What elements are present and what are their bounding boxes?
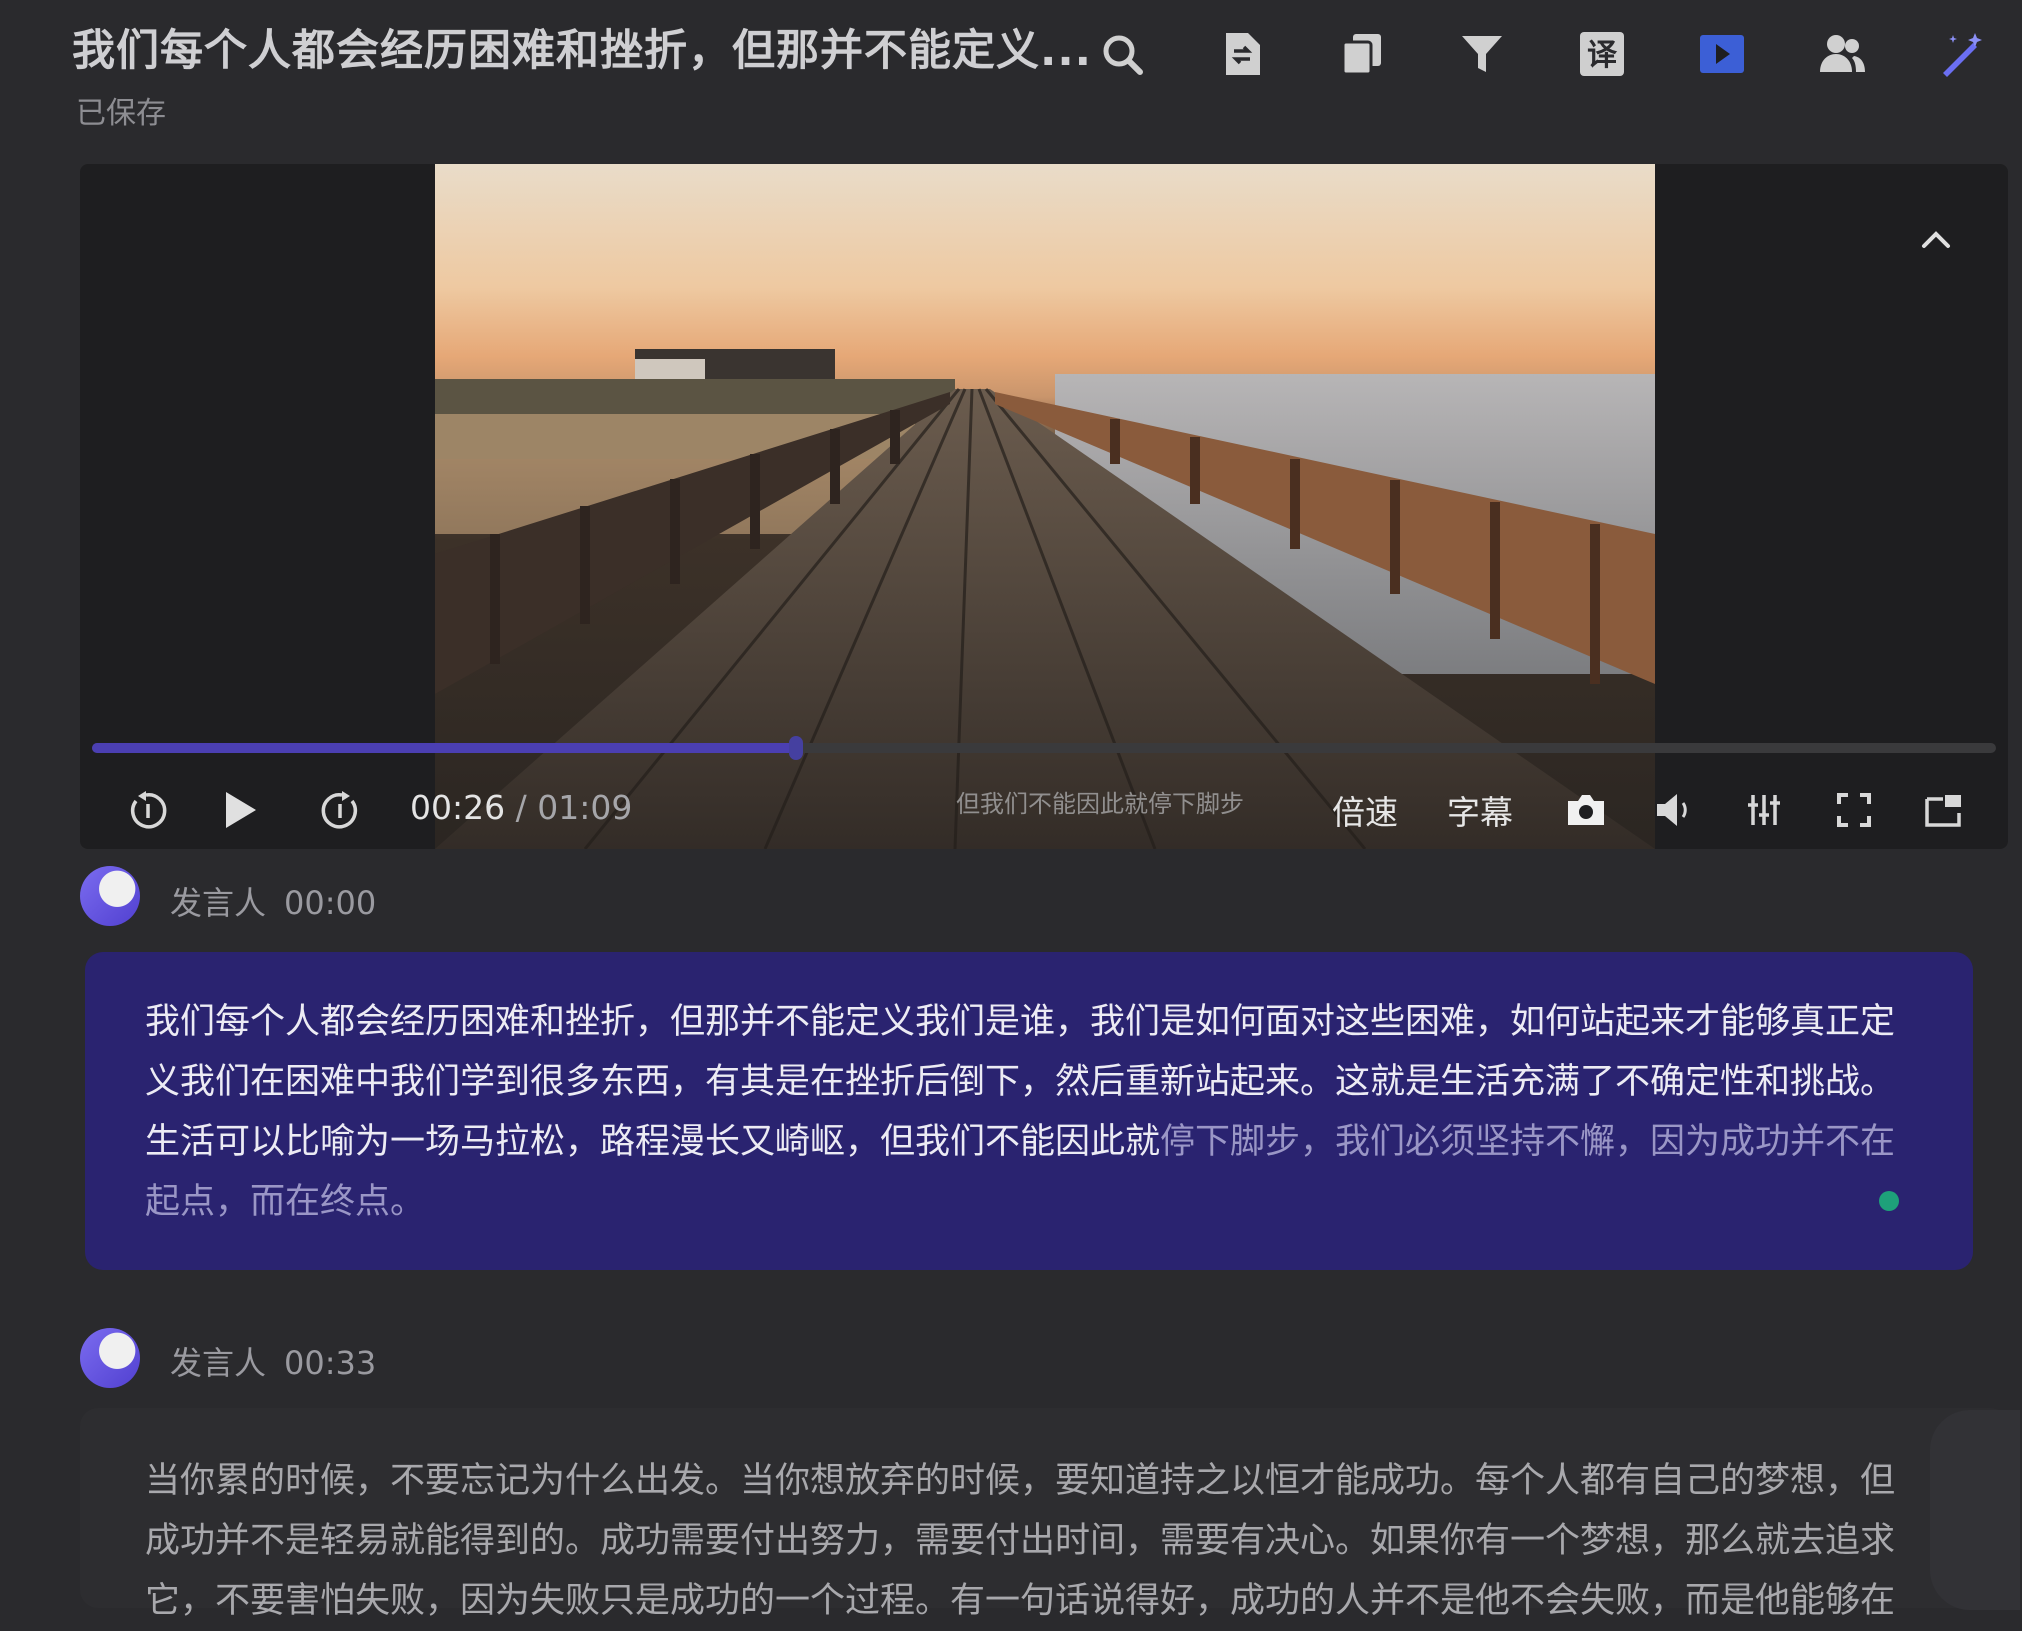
video-icon[interactable] [1690,24,1754,84]
speakers-icon[interactable] [1810,24,1874,84]
rewind-icon[interactable] [120,782,176,838]
equalizer-icon[interactable] [1736,782,1792,838]
speaker-name[interactable]: 发言人 [170,1344,266,1382]
search-icon[interactable] [1090,24,1154,84]
current-time: 00:26 [410,788,506,827]
progress-bar[interactable] [92,736,1996,760]
play-icon[interactable] [212,782,268,838]
magic-wand-icon[interactable] [1930,24,1994,84]
camera-icon[interactable] [1558,782,1614,838]
forward-icon[interactable] [312,782,368,838]
speaker-meta: 发言人 00:33 [170,1338,376,1384]
speaker-name[interactable]: 发言人 [170,884,266,922]
side-scroll-handle[interactable] [1930,1410,2020,1610]
translate-icon[interactable]: 译 [1570,24,1634,84]
document-export-icon[interactable] [1210,24,1274,84]
transcript-paragraph[interactable]: 当你累的时候，不要忘记为什么出发。当你想放弃的时候，要知道持之以恒才能成功。每个… [145,1451,1905,1631]
avatar[interactable] [80,866,140,926]
speed-button[interactable]: 倍速 [1320,782,1410,838]
subtitle-button[interactable]: 字幕 [1435,782,1525,838]
volume-icon[interactable] [1646,782,1702,838]
pip-icon[interactable] [1916,782,1972,838]
fullscreen-icon[interactable] [1826,782,1882,838]
translate-glyph: 译 [1587,38,1618,73]
filter-icon[interactable] [1450,24,1514,84]
avatar[interactable] [80,1328,140,1388]
time-separator: / [505,788,538,827]
segment-timestamp[interactable]: 00:33 [284,1344,376,1382]
progress-handle[interactable] [789,736,804,760]
save-status: 已保存 [76,96,166,131]
collapse-chevron-up-icon[interactable] [1916,220,1956,260]
speaker-meta: 发言人 00:00 [170,878,376,924]
video-player[interactable]: 00:26 / 01:09 但我们不能因此就停下脚步 倍速 字幕 [80,164,2008,849]
subtitle-overlay: 但我们不能因此就停下脚步 [956,790,1244,818]
time-display: 00:26 / 01:09 [410,788,632,827]
segment-timestamp[interactable]: 00:00 [284,884,376,922]
total-time: 01:09 [537,788,633,827]
copy-icon[interactable] [1330,24,1394,84]
progress-fill [92,743,797,753]
document-title[interactable]: 我们每个人都会经历困难和挫折，但那并不能定义... [72,16,1092,78]
transcript-paragraph[interactable]: 我们每个人都会经历困难和挫折，但那并不能定义我们是谁，我们是如何面对这些困难，如… [145,992,1905,1232]
live-status-dot [1879,1191,1899,1211]
